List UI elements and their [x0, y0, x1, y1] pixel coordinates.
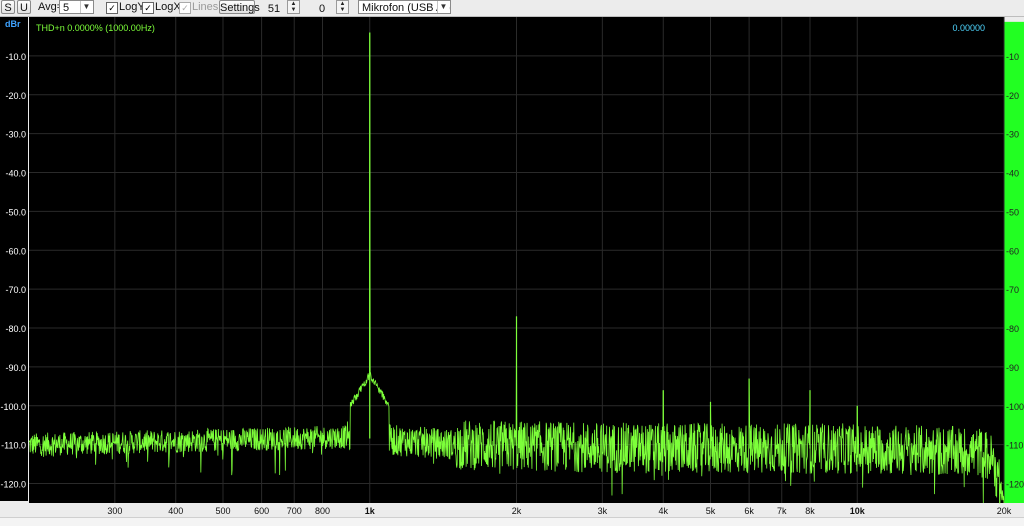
level-readout: 0.00000	[952, 23, 985, 33]
logy-label: LogY	[119, 1, 145, 13]
y-tick-label-right: -120	[1006, 480, 1024, 490]
x-tick-label: 2k	[512, 506, 522, 516]
check-icon: ✓	[179, 2, 191, 14]
avg-select-value: 5	[63, 2, 70, 14]
y-tick-label: -90.0	[5, 363, 26, 373]
stepper-a-value[interactable]: 51	[263, 2, 285, 16]
y-tick-label: -70.0	[5, 285, 26, 295]
y-tick-label: -20.0	[5, 91, 26, 101]
u-button[interactable]: U	[17, 0, 31, 14]
chevron-down-icon: ▼	[80, 1, 92, 13]
y-tick-label-right: -50	[1006, 207, 1019, 217]
x-tick-label: 8k	[805, 506, 815, 516]
stepper-b-arrows-icon[interactable]: ▲ ▼	[336, 0, 349, 14]
x-tick-label: 7k	[777, 506, 787, 516]
avg-select[interactable]: 5 ▼	[59, 0, 94, 14]
x-tick-label: 1k	[365, 506, 376, 516]
x-tick-label: 500	[215, 506, 230, 516]
y-tick-label-right: -30	[1006, 130, 1019, 140]
x-tick-label: 6k	[744, 506, 754, 516]
x-tick-label: 10k	[850, 506, 866, 516]
y-tick-label: -50.0	[5, 207, 26, 217]
logy-checkbox[interactable]: ✓ LogY	[106, 0, 145, 14]
y-tick-label-right: -20	[1006, 91, 1019, 101]
x-tick-label: 600	[254, 506, 269, 516]
logx-checkbox[interactable]: ✓ LogX	[142, 0, 181, 14]
y-tick-label-right: -110	[1006, 441, 1023, 451]
x-tick-label: 400	[168, 506, 183, 516]
thd-readout: THD+n 0.0000% (1000.00Hz)	[36, 23, 155, 33]
s-button[interactable]: S	[1, 0, 15, 14]
y-tick-label-right: -100	[1006, 402, 1024, 412]
y-tick-label: -60.0	[5, 246, 26, 256]
check-icon: ✓	[106, 2, 118, 14]
y-tick-label: -100.0	[0, 402, 26, 412]
y-tick-label-right: -90	[1006, 363, 1019, 373]
stepper-b-value[interactable]: 0	[311, 2, 333, 16]
x-tick-label: 700	[287, 506, 302, 516]
x-tick-label: 20k	[997, 506, 1012, 516]
logx-label: LogX	[155, 1, 181, 13]
y-tick-label: -10.0	[5, 52, 26, 62]
lines-label: Lines	[192, 1, 219, 13]
x-tick-label: 4k	[658, 506, 668, 516]
y-tick-label-right: -70	[1006, 285, 1019, 295]
left-axis-panel	[0, 17, 28, 501]
stepper-a-arrows-icon[interactable]: ▲ ▼	[287, 0, 300, 14]
y-tick-label: -110.0	[1, 441, 26, 451]
y-tick-label-right: -80	[1006, 324, 1019, 334]
input-device-select[interactable]: Mikrofon (USB Audi ▼	[358, 0, 451, 14]
settings-button[interactable]: Settings	[219, 0, 260, 14]
y-tick-label-right: -10	[1006, 52, 1019, 62]
y-axis-unit: dBr	[5, 19, 21, 29]
y-tick-label-right: -40	[1006, 169, 1019, 179]
y-tick-label-right: -60	[1006, 246, 1019, 256]
y-tick-label: -30.0	[5, 130, 26, 140]
y-tick-label: -80.0	[5, 324, 26, 334]
spectrum-chart: -10.0 -20.0 -30.0 -40.0 -50.0 -60.0 -70.0 -80.0…	[0, 17, 1024, 517]
x-tick-label: 3k	[598, 506, 608, 516]
check-icon: ✓	[142, 2, 154, 14]
x-tick-label: 800	[315, 506, 330, 516]
lines-checkbox[interactable]: ✓ Lines	[179, 0, 218, 14]
y-tick-label: -120.0	[0, 480, 26, 490]
toolbar: S U Avg= 5 ▼ ✓ LogY ✓ LogX ✓ Lines Settings…	[0, 0, 1024, 17]
y-tick-label: -40.0	[5, 169, 26, 179]
x-tick-label: 5k	[706, 506, 716, 516]
chevron-down-icon: ▼	[437, 1, 449, 13]
x-tick-label: 300	[107, 506, 122, 516]
